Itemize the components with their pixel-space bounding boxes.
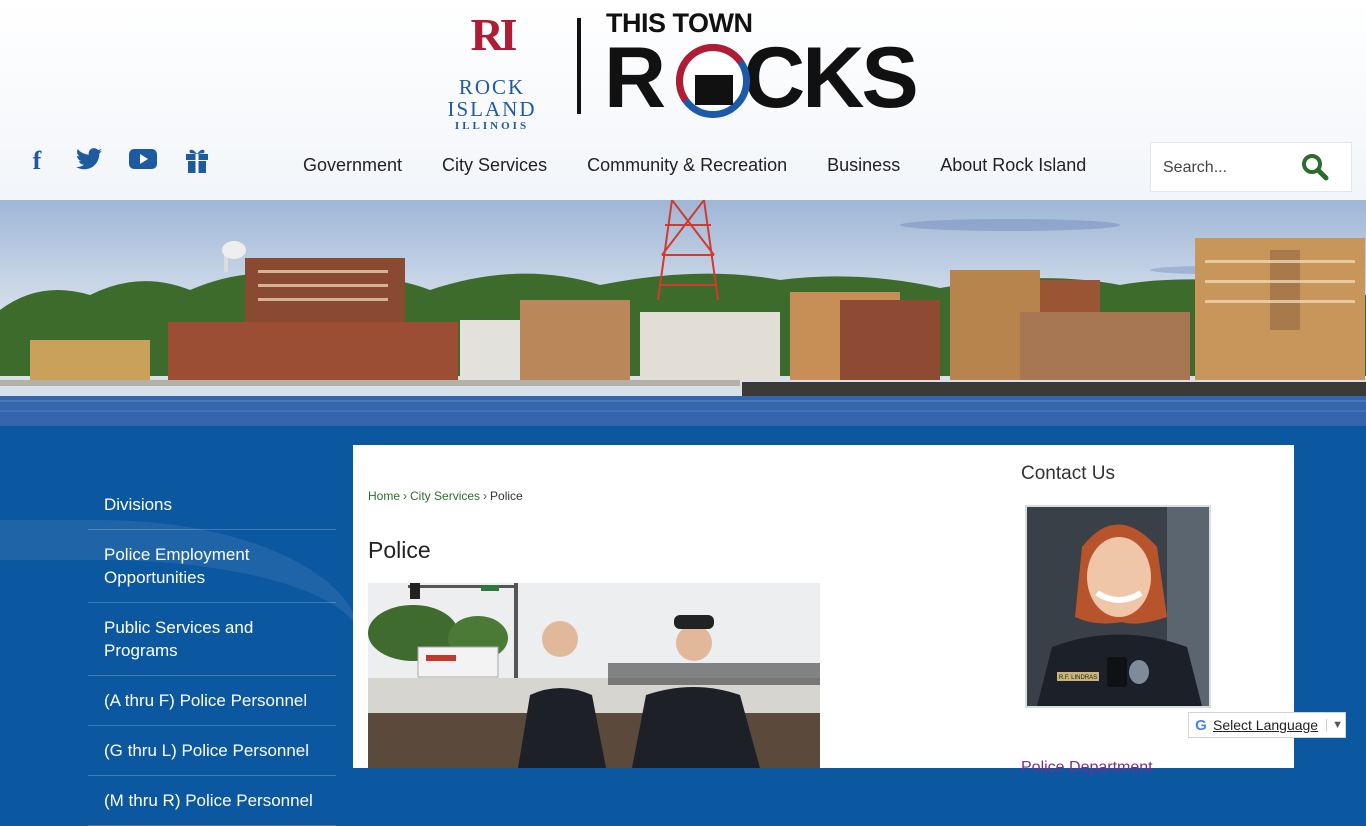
youtube-icon[interactable]	[128, 148, 158, 178]
gift-icon[interactable]	[182, 146, 212, 176]
nav-about-rock-island[interactable]: About Rock Island	[920, 150, 1106, 180]
logo-mark: RI	[470, 9, 517, 60]
breadcrumb-current: Police	[490, 489, 523, 503]
breadcrumb-city-services[interactable]: City Services	[410, 489, 480, 503]
officer-name-tag: R.F. LINDRAS	[1059, 675, 1097, 681]
sidebar-item-employment[interactable]: Police Employment Opportunities	[88, 530, 336, 603]
nav-city-services[interactable]: City Services	[422, 150, 567, 180]
search-icon[interactable]	[1301, 153, 1333, 183]
search-input[interactable]	[1161, 153, 1295, 183]
main-nav: Government City Services Community & Rec…	[283, 150, 1106, 180]
police-department-link[interactable]: Police Department	[1021, 759, 1153, 777]
officer-portrait-photo: R.F. LINDRAS	[1025, 505, 1211, 708]
select-language-label[interactable]: Select Language	[1213, 717, 1318, 733]
sidebar-item-personnel-a-f[interactable]: (A thru F) Police Personnel	[88, 676, 336, 726]
breadcrumb-separator: ›	[403, 489, 408, 503]
city-skyline-o-icon	[670, 38, 756, 124]
section-sidebar-nav: Divisions Police Employment Opportunitie…	[88, 480, 336, 826]
contact-us-heading: Contact Us	[1021, 463, 1115, 484]
google-translate-widget[interactable]: G Select Language ▼	[1188, 712, 1346, 738]
twitter-icon[interactable]	[74, 148, 104, 178]
facebook-icon[interactable]: f	[22, 146, 52, 176]
dropdown-arrow-icon[interactable]: ▼	[1326, 719, 1343, 731]
tagline-rocks-start: R	[604, 30, 666, 126]
police-officers-photo	[368, 583, 820, 768]
page-title: Police	[368, 537, 431, 563]
sidebar-item-divisions[interactable]: Divisions	[88, 480, 336, 530]
city-skyline-banner	[0, 200, 1366, 426]
main-content: Home › City Services › Police Police Con…	[353, 445, 1294, 776]
logo-state-name: ILLINOIS	[454, 120, 530, 132]
site-header: RI ROCK ISLAND ILLINOIS THIS TOWN R CKS f…	[0, 0, 1366, 200]
logo-city-name: ROCK ISLAND	[447, 75, 537, 121]
breadcrumb-separator: ›	[483, 489, 488, 503]
sidebar-item-public-services[interactable]: Public Services and Programs	[88, 603, 336, 676]
logo-divider	[577, 18, 581, 114]
nav-government[interactable]: Government	[283, 150, 422, 180]
nav-business[interactable]: Business	[807, 150, 920, 180]
tagline-rocks-end: CKS	[743, 30, 919, 126]
nav-community-recreation[interactable]: Community & Recreation	[567, 150, 807, 180]
google-g-icon: G	[1195, 716, 1207, 734]
tagline-rocks: R CKS	[604, 30, 919, 126]
rock-island-logo[interactable]: RI ROCK ISLAND ILLINOIS	[412, 9, 572, 133]
sidebar-item-personnel-g-l[interactable]: (G thru L) Police Personnel	[88, 726, 336, 776]
breadcrumb: Home › City Services › Police	[368, 489, 523, 503]
search-box	[1150, 142, 1352, 192]
breadcrumb-home[interactable]: Home	[368, 489, 400, 503]
sidebar-item-personnel-m-r[interactable]: (M thru R) Police Personnel	[88, 776, 336, 826]
